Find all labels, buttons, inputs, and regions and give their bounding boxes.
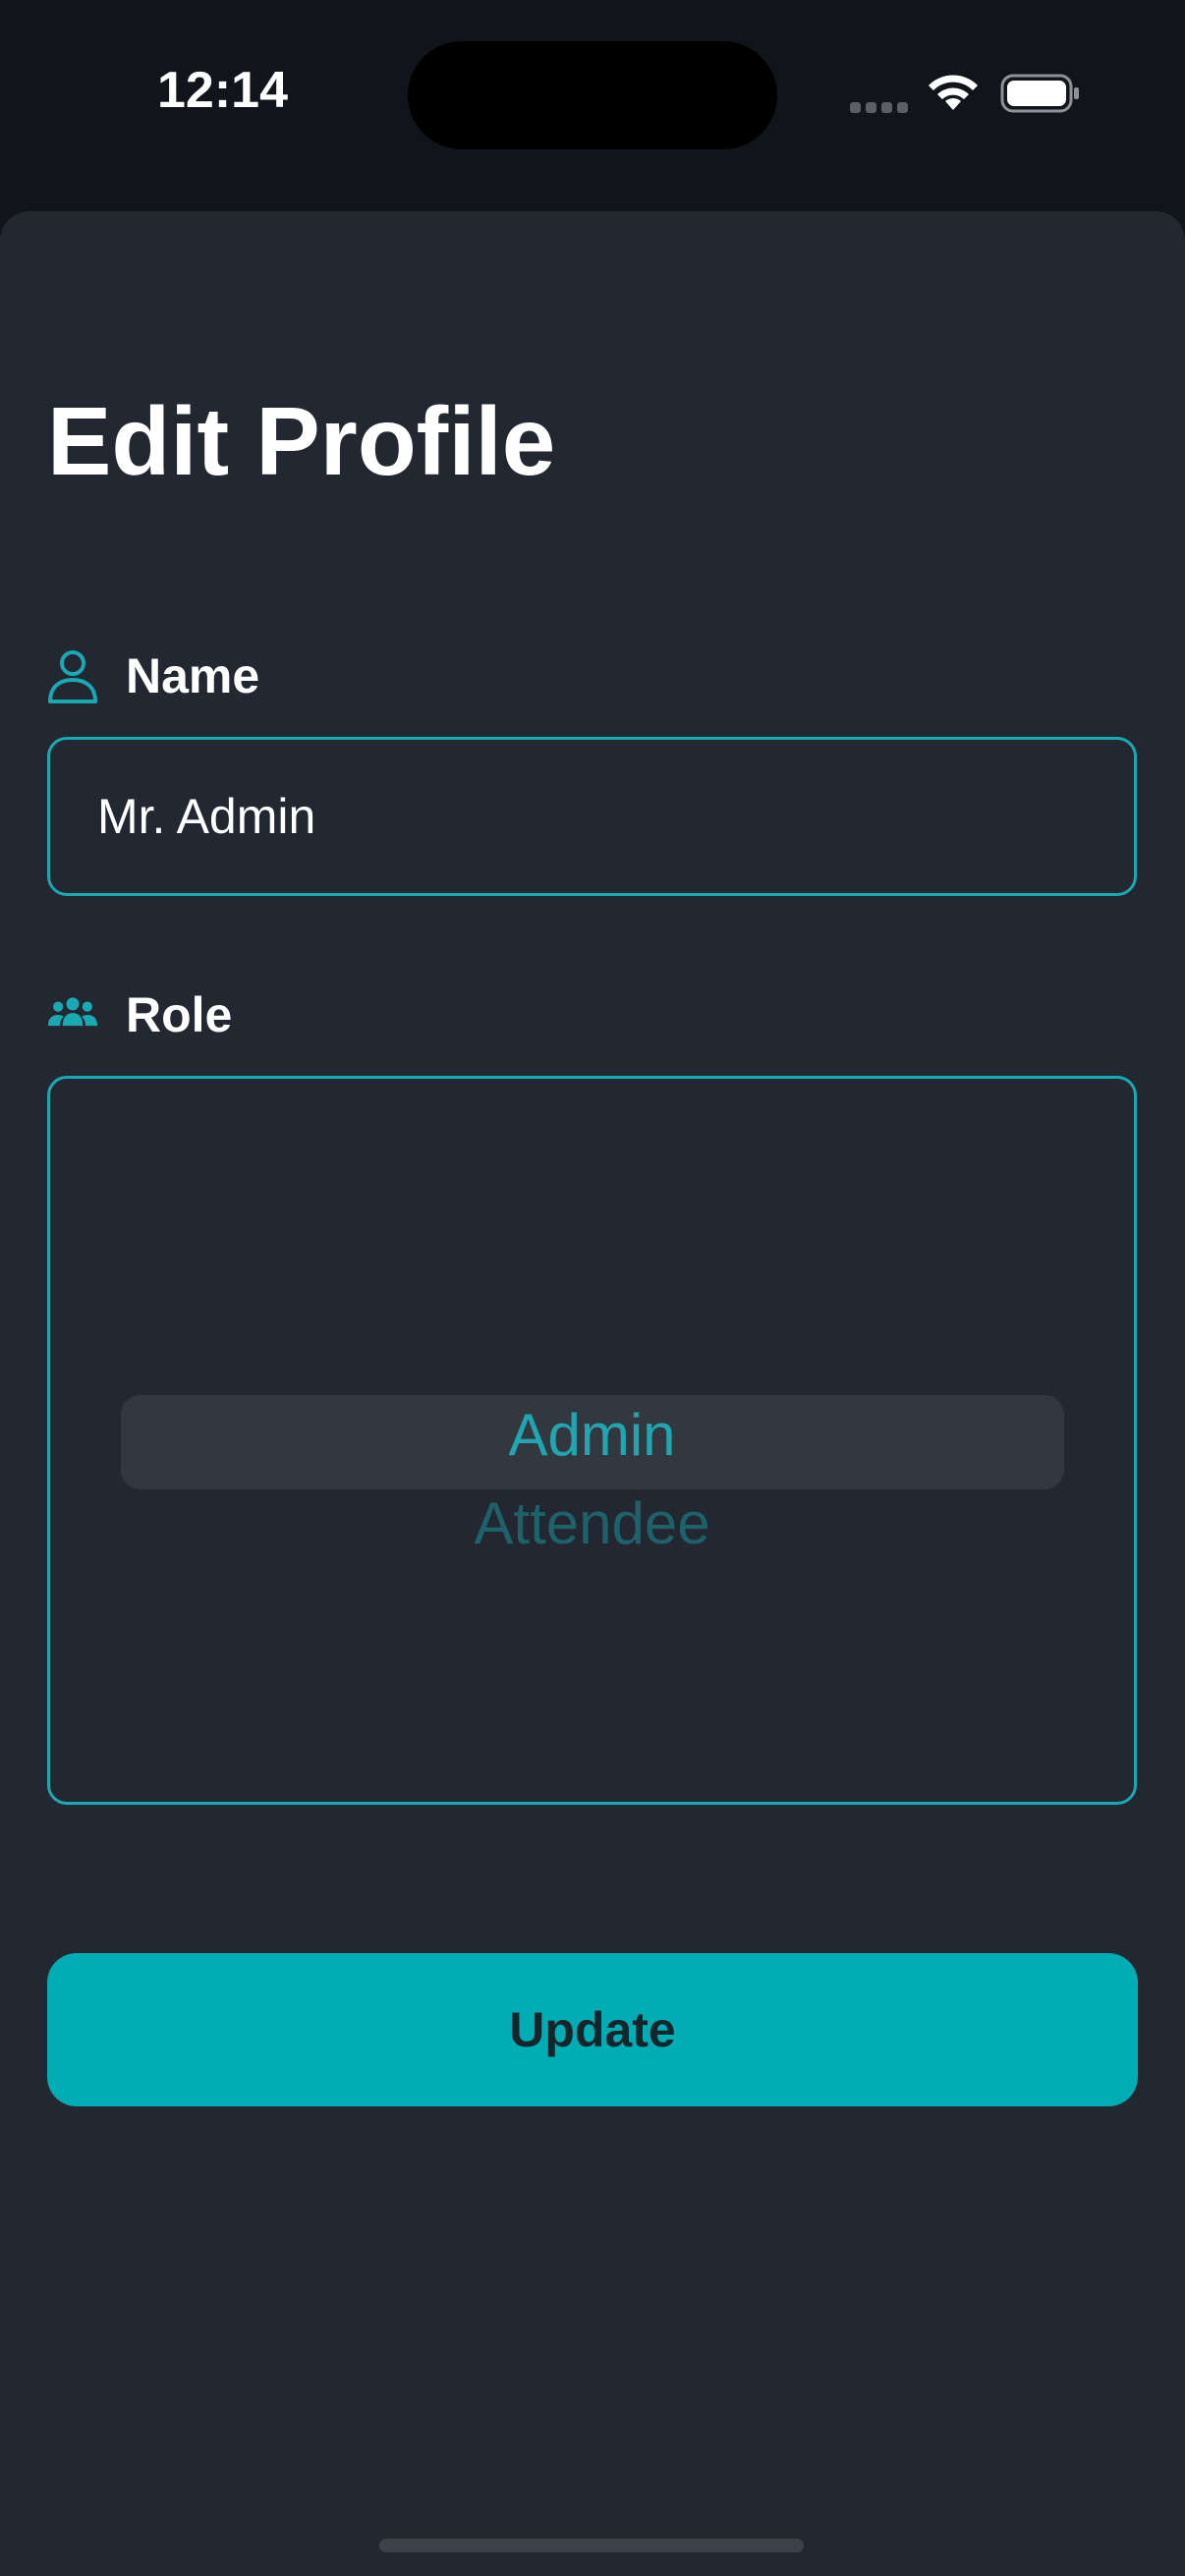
- status-bar: 12:14: [0, 0, 1185, 196]
- screen: 12:14 Edit Profile Name Mr. Admin Role A…: [0, 0, 1185, 2576]
- page-title: Edit Profile: [47, 387, 556, 495]
- role-picker[interactable]: Admin Attendee: [47, 1076, 1137, 1805]
- name-label-row: Name: [47, 642, 259, 710]
- role-label-row: Role: [47, 980, 232, 1049]
- cellular-signal-icon: [850, 102, 909, 114]
- battery-icon: [1000, 74, 1079, 113]
- people-group-icon: [47, 997, 98, 1027]
- wifi-icon: [929, 75, 978, 110]
- dynamic-island: [408, 41, 777, 149]
- picker-option-admin[interactable]: Admin: [50, 1401, 1134, 1469]
- name-input-value: Mr. Admin: [97, 789, 316, 844]
- name-input[interactable]: Mr. Admin: [47, 737, 1137, 896]
- home-indicator: [379, 2539, 804, 2552]
- edit-profile-sheet: Edit Profile Name Mr. Admin Role Admin A…: [0, 211, 1185, 2576]
- person-icon: [48, 650, 97, 703]
- name-label: Name: [126, 648, 260, 703]
- status-time: 12:14: [157, 62, 288, 119]
- role-label: Role: [126, 987, 233, 1042]
- update-button[interactable]: Update: [47, 1953, 1138, 2106]
- picker-option-attendee[interactable]: Attendee: [50, 1489, 1134, 1557]
